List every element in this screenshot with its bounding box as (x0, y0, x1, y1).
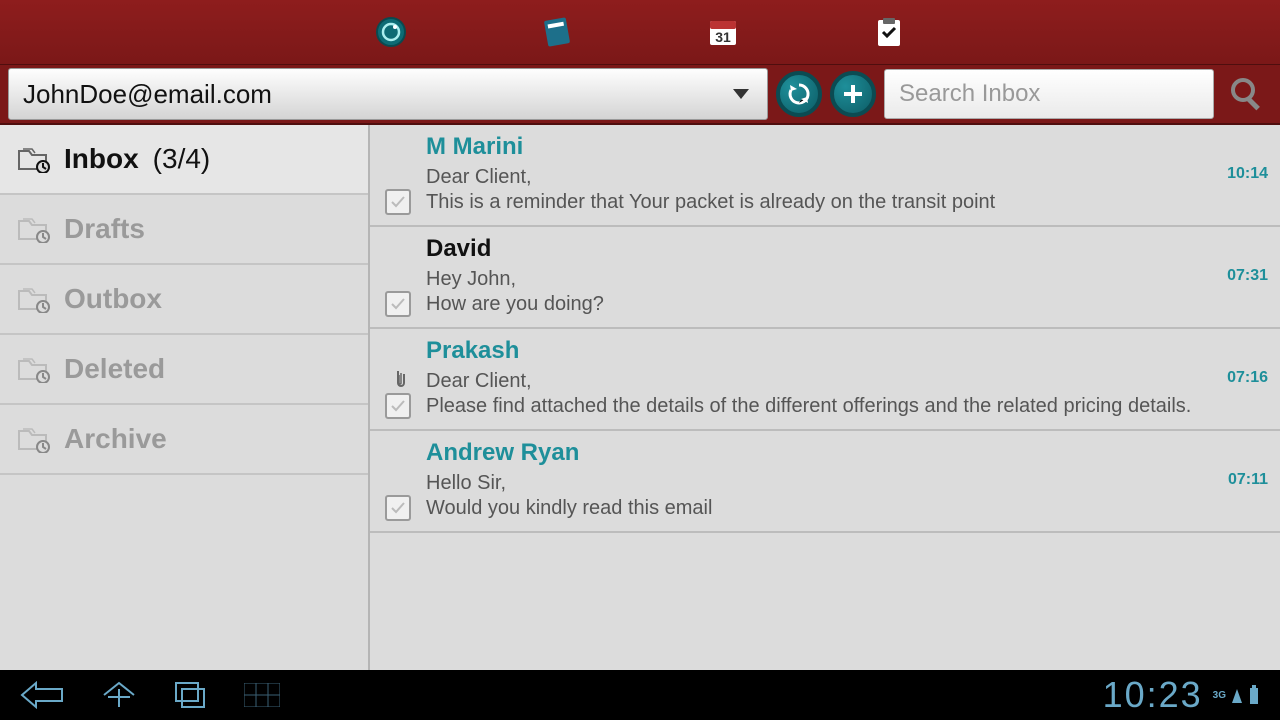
svg-text:31: 31 (715, 29, 731, 45)
main-area: Inbox (3/4) Drafts Outbox Deleted Archiv… (0, 125, 1280, 670)
folder-label: Archive (64, 423, 167, 455)
search-button[interactable] (1222, 69, 1272, 119)
message-sender: David (426, 235, 1198, 263)
message-preview: Dear Client, Please find attached the de… (426, 369, 1198, 419)
signal-label: 3G (1213, 690, 1226, 701)
folder-icon (18, 287, 50, 311)
folder-icon (18, 217, 50, 241)
home-button[interactable] (100, 681, 138, 709)
message-row[interactable]: Andrew Ryan Hello Sir, Would you kindly … (370, 431, 1280, 533)
folder-label: Deleted (64, 353, 165, 385)
search-input[interactable] (899, 80, 1199, 108)
folder-sidebar: Inbox (3/4) Drafts Outbox Deleted Archiv… (0, 125, 370, 670)
folder-icon (18, 357, 50, 381)
folder-inbox[interactable]: Inbox (3/4) (0, 125, 368, 195)
apps-grid-button[interactable] (244, 683, 280, 707)
folder-deleted[interactable]: Deleted (0, 335, 368, 405)
message-row[interactable]: David Hey John, How are you doing? 07:31 (370, 227, 1280, 329)
system-nav-bar: 10:23 3G (0, 670, 1280, 720)
message-sender: M Marini (426, 133, 1198, 161)
message-body: M Marini Dear Client, This is a reminder… (426, 133, 1198, 215)
message-body: Andrew Ryan Hello Sir, Would you kindly … (426, 439, 1198, 521)
account-dropdown[interactable]: JohnDoe@email.com (8, 68, 768, 120)
message-time: 07:31 (1208, 267, 1268, 285)
system-clock: 10:23 (1103, 674, 1203, 716)
folder-label: Outbox (64, 283, 162, 315)
power-icon[interactable] (373, 14, 409, 50)
message-checkbox-area (380, 337, 416, 419)
message-checkbox[interactable] (385, 291, 411, 317)
message-checkbox[interactable] (385, 393, 411, 419)
folder-icon (18, 147, 50, 171)
chevron-down-icon (733, 89, 749, 99)
app-toolbar: 31 (0, 0, 1280, 65)
message-body: Prakash Dear Client, Please find attache… (426, 337, 1198, 419)
folder-label: Inbox (64, 143, 139, 175)
account-action-bar: JohnDoe@email.com (0, 65, 1280, 125)
calendar-icon[interactable]: 31 (705, 14, 741, 50)
refresh-button[interactable] (776, 71, 822, 117)
message-time: 10:14 (1208, 165, 1268, 183)
folder-count: (3/4) (153, 143, 211, 175)
message-preview: Dear Client, This is a reminder that You… (426, 165, 1198, 215)
message-sender: Andrew Ryan (426, 439, 1198, 467)
message-list: M Marini Dear Client, This is a reminder… (370, 125, 1280, 670)
folder-outbox[interactable]: Outbox (0, 265, 368, 335)
message-checkbox-area (380, 133, 416, 215)
folder-icon (18, 427, 50, 451)
recent-apps-button[interactable] (174, 681, 208, 709)
status-icons: 3G (1213, 685, 1260, 705)
message-row[interactable]: Prakash Dear Client, Please find attache… (370, 329, 1280, 431)
message-preview: Hey John, How are you doing? (426, 267, 1198, 317)
attachment-icon (391, 369, 405, 389)
wifi-icon (1230, 685, 1244, 705)
back-button[interactable] (20, 681, 64, 709)
message-checkbox-area (380, 235, 416, 317)
message-time: 07:11 (1208, 471, 1268, 489)
battery-icon (1248, 685, 1260, 705)
message-checkbox[interactable] (385, 189, 411, 215)
message-body: David Hey John, How are you doing? (426, 235, 1198, 317)
message-checkbox[interactable] (385, 495, 411, 521)
diary-icon[interactable] (539, 14, 575, 50)
message-row[interactable]: M Marini Dear Client, This is a reminder… (370, 125, 1280, 227)
account-email: JohnDoe@email.com (23, 79, 272, 110)
folder-label: Drafts (64, 213, 145, 245)
compose-button[interactable] (830, 71, 876, 117)
message-preview: Hello Sir, Would you kindly read this em… (426, 471, 1198, 521)
checklist-icon[interactable] (871, 14, 907, 50)
search-box[interactable] (884, 69, 1214, 119)
message-sender: Prakash (426, 337, 1198, 365)
folder-archive[interactable]: Archive (0, 405, 368, 475)
message-time: 07:16 (1208, 369, 1268, 387)
folder-drafts[interactable]: Drafts (0, 195, 368, 265)
message-checkbox-area (380, 439, 416, 521)
